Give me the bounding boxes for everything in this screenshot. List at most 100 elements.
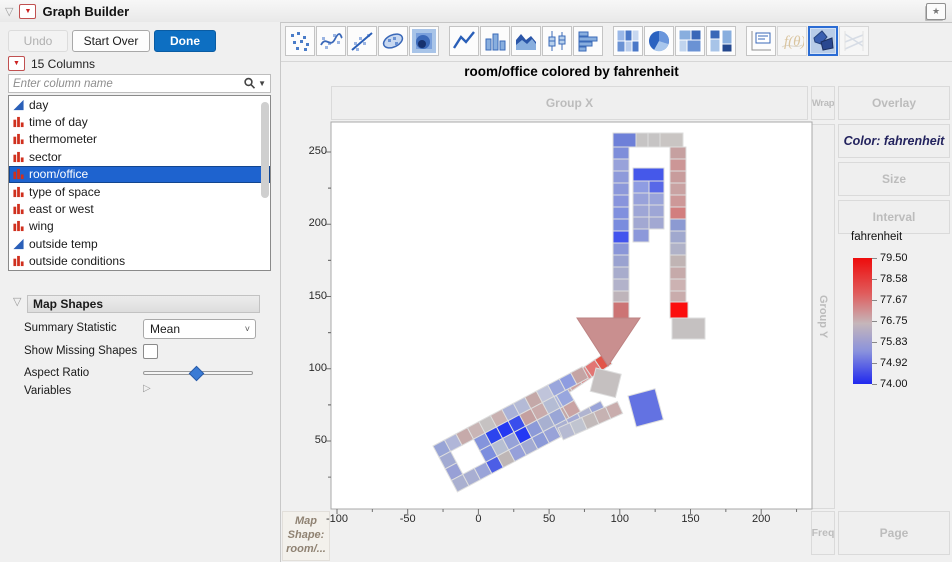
dropzone-group-x[interactable]: Group X [331, 86, 808, 120]
variables-disclosure-icon[interactable]: ▷ [143, 383, 151, 394]
legend-tick-mark [872, 258, 877, 259]
column-item-thermometer[interactable]: thermometer [9, 131, 270, 148]
window-titlebar: ▽ ▼ Graph Builder ★ [0, 0, 952, 23]
dropzone-size[interactable]: Size [838, 162, 950, 196]
summary-statistic-dropdown[interactable]: Mean ˅ [143, 319, 256, 339]
columns-header: ▼ 15 Columns [8, 56, 95, 71]
column-item-sector[interactable]: sector [9, 148, 270, 165]
x-tick-label: 50 [529, 513, 569, 525]
column-item-time-of-day[interactable]: time of day [9, 113, 270, 130]
divider-line [281, 61, 952, 62]
show-missing-checkbox[interactable] [143, 344, 158, 359]
y-tick-label: 100 [297, 362, 327, 374]
line-of-fit-icon[interactable] [347, 26, 377, 56]
column-item-room-office[interactable]: room/office [9, 166, 270, 183]
show-missing-label: Show Missing Shapes [24, 345, 137, 357]
area-icon[interactable] [511, 26, 541, 56]
legend-tick-value: 75.83 [880, 336, 908, 348]
column-item-wing[interactable]: wing [9, 218, 270, 235]
histogram-icon[interactable] [573, 26, 603, 56]
legend-tick-value: 78.58 [880, 273, 908, 285]
slider-thumb-icon[interactable] [189, 366, 205, 382]
mapshapes-section-header[interactable]: Map Shapes [27, 295, 260, 313]
points-icon[interactable] [285, 26, 315, 56]
red-triangle-menu-icon[interactable]: ▼ [19, 4, 36, 19]
smoother-icon[interactable] [316, 26, 346, 56]
legend-tick-mark [872, 300, 877, 301]
aspect-ratio-slider[interactable] [143, 367, 253, 379]
columns-count-label: 15 Columns [31, 57, 95, 71]
window-list-icon[interactable]: ★ [926, 3, 946, 20]
search-input[interactable] [9, 78, 243, 90]
control-panel: Undo Start Over Done ▼ 15 Columns ▼ day t… [0, 22, 281, 562]
x-tick-label: 0 [458, 513, 498, 525]
mosaic-icon[interactable] [706, 26, 736, 56]
column-item-day[interactable]: day [9, 96, 270, 113]
x-tick-label: 150 [671, 513, 711, 525]
graph-title: room/office colored by fahrenheit [331, 64, 812, 79]
column-item-label: wing [29, 219, 54, 233]
column-item-type-of-space[interactable]: type of space [9, 183, 270, 200]
legend-tick-mark [872, 321, 877, 322]
contour-icon[interactable] [409, 26, 439, 56]
dropzone-page[interactable]: Page [838, 511, 950, 555]
bar-icon[interactable] [480, 26, 510, 56]
dropzone-freq[interactable]: Freq [811, 511, 835, 555]
y-tick-label: 150 [297, 290, 327, 302]
column-item-label: thermometer [29, 132, 97, 146]
column-item-outside-temp[interactable]: outside temp [9, 235, 270, 252]
columns-red-triangle-icon[interactable]: ▼ [8, 56, 25, 71]
legend-gradient-bar[interactable] [853, 258, 872, 384]
line-icon[interactable] [449, 26, 479, 56]
map-shapes-icon[interactable] [808, 26, 838, 56]
summary-statistic-value: Mean [150, 322, 180, 336]
dropdown-chevron-icon: ˅ [245, 324, 250, 334]
done-button[interactable]: Done [154, 30, 216, 52]
column-item-label: sector [29, 150, 62, 164]
legend-tick-mark [872, 363, 877, 364]
dropzone-interval[interactable]: Interval [838, 200, 950, 234]
ellipse-icon[interactable] [378, 26, 408, 56]
column-search-box[interactable]: ▼ [8, 74, 271, 93]
box-plot-icon[interactable] [542, 26, 572, 56]
legend-tick-value: 76.75 [880, 315, 908, 327]
column-item-east-or-west[interactable]: east or west [9, 200, 270, 217]
aspect-ratio-label: Aspect Ratio [24, 367, 89, 379]
mapshapes-collapse-triangle-icon[interactable]: ▽ [13, 295, 21, 308]
legend-tick-value: 77.67 [880, 294, 908, 306]
column-item-label: day [29, 98, 48, 112]
legend-title: fahrenheit [851, 231, 902, 243]
search-options-chevron-icon[interactable]: ▼ [258, 79, 266, 88]
element-type-toolbar: f(θ) [285, 26, 879, 56]
dropzone-overlay[interactable]: Overlay [838, 86, 950, 120]
svg-text:f(θ): f(θ) [784, 34, 804, 50]
dropzone-group-y[interactable]: Group Y [811, 124, 835, 509]
map-plot[interactable] [331, 122, 812, 509]
legend-tick-value: 74.00 [880, 378, 908, 390]
variables-label: Variables [24, 385, 71, 397]
column-item-label: east or west [29, 202, 94, 216]
column-list-scrollbar[interactable] [261, 102, 269, 198]
legend-tick-mark [872, 342, 877, 343]
column-item-outside-conditions[interactable]: outside conditions [9, 253, 270, 270]
column-list: day time of day thermometer sector room/offi… [8, 95, 271, 271]
formula-icon[interactable]: f(θ) [777, 26, 807, 56]
column-item-label: room/office [29, 167, 88, 181]
parallel-icon[interactable] [839, 26, 869, 56]
x-tick-label: 200 [741, 513, 781, 525]
y-tick-label: 50 [297, 434, 327, 446]
collapse-triangle-icon[interactable]: ▽ [5, 5, 13, 18]
legend-tick-value: 74.92 [880, 357, 908, 369]
caption-box-icon[interactable] [746, 26, 776, 56]
column-item-label: time of day [29, 115, 88, 129]
start-over-button[interactable]: Start Over [72, 30, 150, 52]
dropzone-wrap[interactable]: Wrap [811, 86, 835, 120]
dropzone-color[interactable]: Color: fahrenheit [838, 124, 950, 158]
heatmap-icon[interactable] [613, 26, 643, 56]
undo-button[interactable]: Undo [8, 30, 68, 52]
pie-icon[interactable] [644, 26, 674, 56]
search-icon[interactable] [243, 77, 256, 90]
treemap-icon[interactable] [675, 26, 705, 56]
x-tick-label: -100 [317, 513, 357, 525]
y-tick-label: 250 [297, 145, 327, 157]
